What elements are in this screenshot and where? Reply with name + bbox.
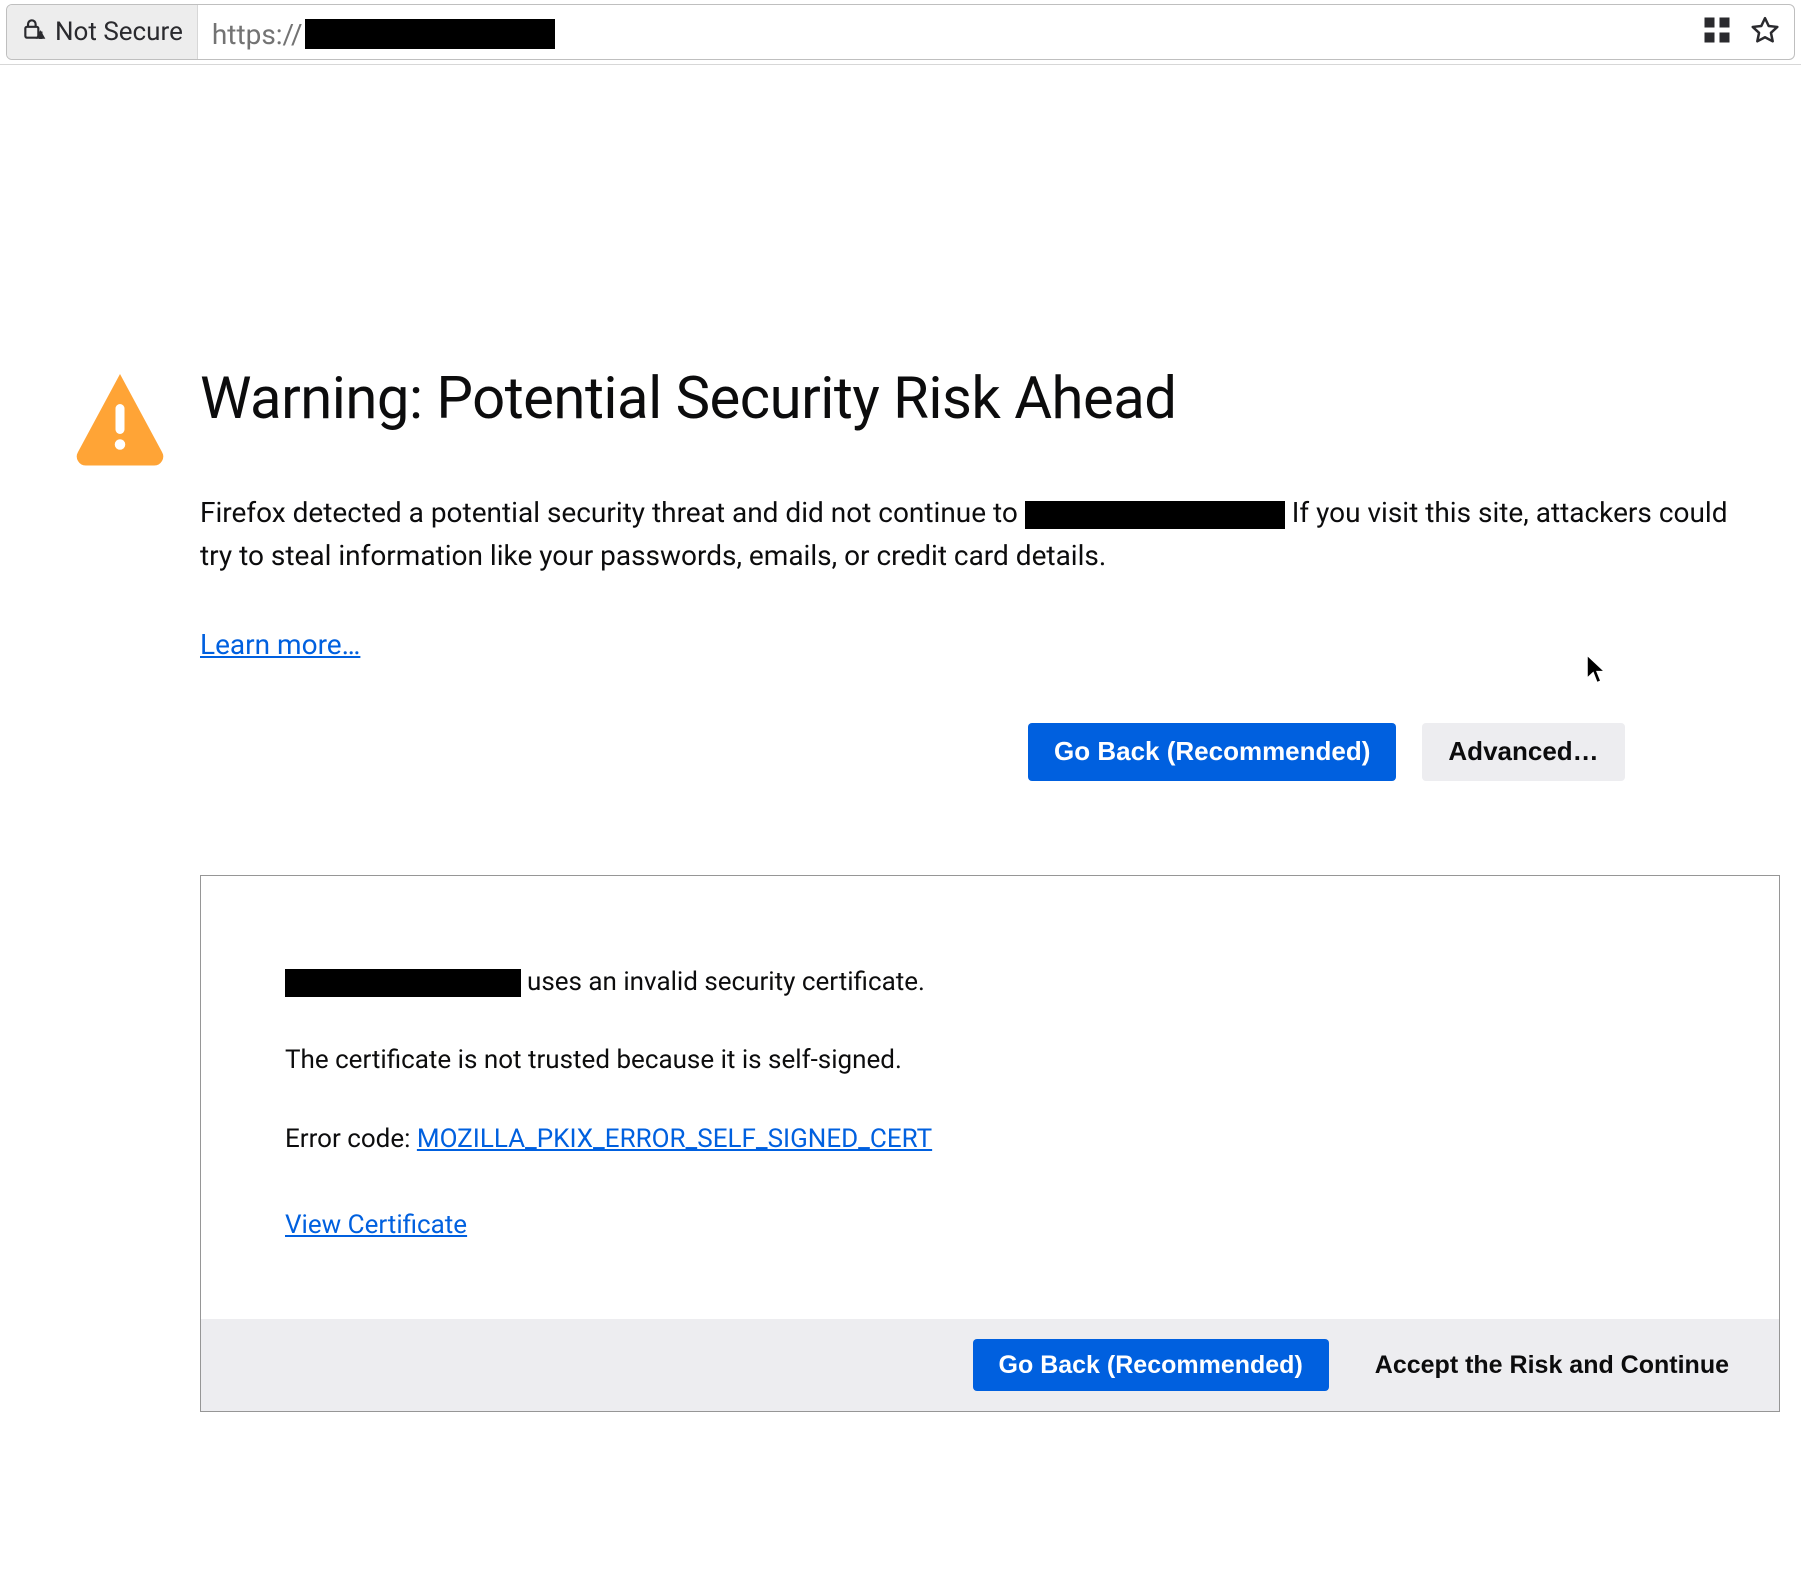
warning-triangle-icon bbox=[72, 371, 168, 471]
security-indicator[interactable]: Not Secure bbox=[7, 5, 198, 59]
bookmark-star-icon[interactable] bbox=[1750, 15, 1780, 49]
cert-invalid-line: uses an invalid security certificate. bbox=[285, 964, 1695, 1000]
cert-invalid-text: uses an invalid security certificate. bbox=[527, 967, 925, 997]
accept-risk-button[interactable]: Accept the Risk and Continue bbox=[1349, 1339, 1755, 1391]
qr-code-icon[interactable] bbox=[1702, 15, 1732, 49]
url-scheme: https:// bbox=[212, 18, 303, 51]
learn-more-link[interactable]: Learn more… bbox=[200, 628, 360, 661]
address-bar-container: Not Secure https:// bbox=[0, 0, 1801, 60]
error-code-label: Error code: bbox=[285, 1124, 417, 1154]
error-code-line: Error code: MOZILLA_PKIX_ERROR_SELF_SIGN… bbox=[285, 1121, 1695, 1157]
advanced-panel-footer: Go Back (Recommended) Accept the Risk an… bbox=[201, 1319, 1779, 1411]
security-label: Not Secure bbox=[55, 17, 183, 47]
warning-desc-prefix: Firefox detected a potential security th… bbox=[200, 496, 1025, 529]
primary-button-row: Go Back (Recommended) Advanced… bbox=[1028, 723, 1780, 781]
address-bar[interactable]: Not Secure https:// bbox=[6, 4, 1795, 60]
error-code-link[interactable]: MOZILLA_PKIX_ERROR_SELF_SIGNED_CERT bbox=[417, 1124, 932, 1154]
url-field[interactable]: https:// bbox=[198, 14, 1688, 51]
error-page: Warning: Potential Security Risk Ahead F… bbox=[0, 65, 1801, 1412]
warning-description: Firefox detected a potential security th… bbox=[200, 491, 1760, 578]
url-host-redacted bbox=[305, 19, 555, 49]
lock-warning-icon bbox=[21, 16, 47, 49]
advanced-button[interactable]: Advanced… bbox=[1422, 723, 1624, 781]
warning-host-redacted bbox=[1025, 501, 1285, 529]
panel-go-back-button[interactable]: Go Back (Recommended) bbox=[973, 1339, 1329, 1391]
address-bar-actions bbox=[1688, 15, 1794, 49]
cert-reason-line: The certificate is not trusted because i… bbox=[285, 1042, 1695, 1078]
view-certificate-link[interactable]: View Certificate bbox=[285, 1210, 467, 1240]
go-back-button[interactable]: Go Back (Recommended) bbox=[1028, 723, 1396, 781]
mouse-cursor-icon bbox=[1586, 654, 1608, 684]
page-title: Warning: Potential Security Risk Ahead bbox=[200, 365, 1780, 433]
cert-host-redacted bbox=[285, 969, 521, 997]
advanced-panel: uses an invalid security certificate. Th… bbox=[200, 875, 1780, 1413]
